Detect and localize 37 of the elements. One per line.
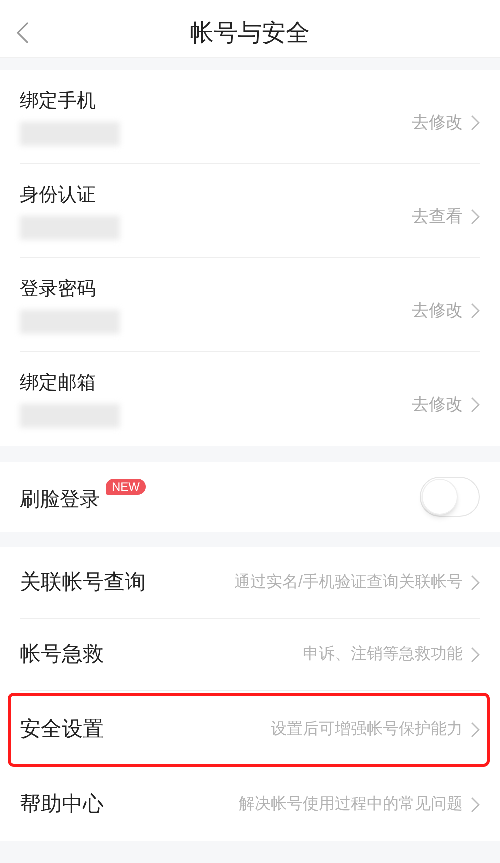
row-hint: 设置后可增强帐号保护能力 bbox=[271, 720, 463, 740]
row-label: 登录密码 bbox=[20, 278, 96, 302]
chevron-icon bbox=[471, 208, 480, 225]
settings-row[interactable]: 帐号急救 申诉、注销等急救功能 bbox=[20, 619, 480, 691]
row-label: 帮助中心 bbox=[20, 792, 104, 818]
row-label: 身份认证 bbox=[20, 184, 96, 208]
chevron-icon bbox=[471, 722, 480, 738]
settings-row[interactable]: 登录密码 去修改 bbox=[20, 258, 480, 352]
row-label: 刷脸登录 bbox=[20, 488, 100, 513]
row-action: 去查看 bbox=[412, 206, 463, 228]
settings-row[interactable]: 绑定手机 去修改 bbox=[20, 70, 480, 164]
page-title: 帐号与安全 bbox=[190, 18, 310, 48]
row-label: 绑定邮箱 bbox=[20, 372, 96, 396]
chevron-icon bbox=[471, 574, 480, 590]
back-icon[interactable] bbox=[16, 22, 30, 44]
new-badge: NEW bbox=[106, 479, 146, 495]
row-label: 绑定手机 bbox=[20, 90, 96, 114]
chevron-icon bbox=[471, 797, 480, 813]
row-action: 去修改 bbox=[412, 394, 463, 416]
settings-row[interactable]: 绑定邮箱 去修改 bbox=[20, 352, 480, 446]
chevron-icon bbox=[471, 396, 480, 413]
settings-row[interactable]: 身份认证 去查看 bbox=[20, 164, 480, 258]
row-action: 去修改 bbox=[412, 112, 463, 134]
row-hint: 申诉、注销等急救功能 bbox=[303, 644, 463, 664]
row-action: 去修改 bbox=[412, 300, 463, 322]
row-label: 关联帐号查询 bbox=[20, 570, 146, 596]
row-label: 安全设置 bbox=[20, 717, 104, 744]
chevron-icon bbox=[471, 302, 480, 319]
toggle-switch[interactable] bbox=[420, 477, 480, 517]
settings-row[interactable]: 安全设置 设置后可增强帐号保护能力 bbox=[20, 691, 480, 769]
chevron-icon bbox=[471, 646, 480, 662]
chevron-icon bbox=[471, 114, 480, 131]
row-hint: 通过实名/手机验证查询关联帐号 bbox=[234, 572, 463, 592]
row-label: 帐号急救 bbox=[20, 642, 104, 668]
settings-row[interactable]: 帮助中心 解决帐号使用过程中的常见问题 bbox=[20, 769, 480, 841]
settings-row[interactable]: 关联帐号查询 通过实名/手机验证查询关联帐号 bbox=[20, 547, 480, 619]
row-hint: 解决帐号使用过程中的常见问题 bbox=[239, 794, 463, 815]
